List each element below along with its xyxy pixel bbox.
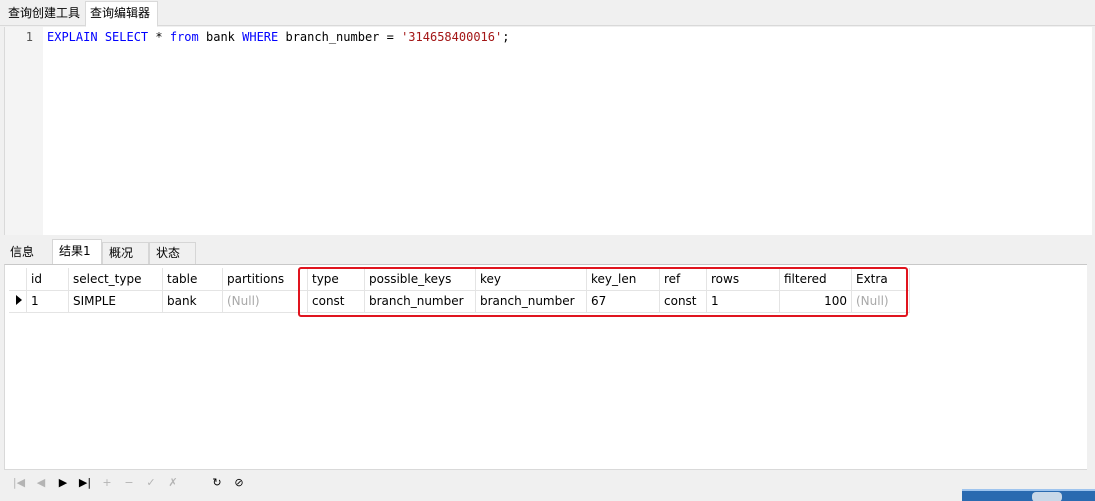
tab-info[interactable]: 信息 xyxy=(4,242,50,264)
add-record-icon[interactable]: + xyxy=(98,475,116,491)
tab-query-editor[interactable]: 查询编辑器 xyxy=(85,1,158,27)
keyword-from: from xyxy=(169,30,199,44)
table-name: bank xyxy=(198,30,243,44)
keyword-select: SELECT xyxy=(104,30,149,44)
tab-query-builder[interactable]: 查询创建工具 xyxy=(4,3,83,26)
statement-end: ; xyxy=(502,30,510,44)
table-row[interactable]: 1 SIMPLE bank (Null) const branch_number… xyxy=(9,290,910,313)
column-header-possible-keys[interactable]: possible_keys xyxy=(364,268,476,291)
cell-partitions[interactable]: (Null) xyxy=(222,290,308,313)
next-record-icon[interactable]: ▶ xyxy=(54,475,72,491)
column-header-partitions[interactable]: partitions xyxy=(222,268,308,291)
line-gutter: 1 xyxy=(5,27,43,235)
column-header-type[interactable]: type xyxy=(307,268,365,291)
cell-filtered[interactable]: 100 xyxy=(779,290,852,313)
previous-record-icon[interactable]: ◀ xyxy=(32,475,50,491)
column-header-id[interactable]: id xyxy=(26,268,69,291)
keyword-explain: EXPLAIN xyxy=(47,30,98,44)
cell-possible-keys[interactable]: branch_number xyxy=(364,290,476,313)
where-condition: branch_number = xyxy=(278,30,402,44)
cell-select-type[interactable]: SIMPLE xyxy=(68,290,163,313)
column-header-filtered[interactable]: filtered xyxy=(779,268,852,291)
column-header-extra[interactable]: Extra xyxy=(851,268,910,291)
current-row-indicator xyxy=(9,290,27,313)
keyword-where: WHERE xyxy=(242,30,279,44)
column-header-rows[interactable]: rows xyxy=(706,268,780,291)
thumbnail-preview xyxy=(962,489,1095,501)
cell-key-len[interactable]: 67 xyxy=(586,290,660,313)
line-number: 1 xyxy=(25,30,33,44)
cell-ref[interactable]: const xyxy=(659,290,707,313)
cell-type[interactable]: const xyxy=(307,290,365,313)
grid-toolbar: |◀ ◀ ▶ ▶| + − ✓ ✗ ↻ ⊘ xyxy=(4,471,1092,497)
column-header-table[interactable]: table xyxy=(162,268,223,291)
tab-status[interactable]: 状态 xyxy=(149,242,196,264)
tab-result-1[interactable]: 结果1 xyxy=(52,239,102,264)
delete-record-icon[interactable]: − xyxy=(120,475,138,491)
last-record-icon[interactable]: ▶| xyxy=(76,475,94,491)
header-row: id select_type table partitions type pos… xyxy=(9,268,910,291)
sql-editor[interactable]: 1 EXPLAIN SELECT * from bank WHERE branc… xyxy=(4,27,1092,235)
string-literal: '314658400016' xyxy=(401,30,503,44)
explain-table: id select_type table partitions type pos… xyxy=(9,268,910,313)
apply-changes-icon[interactable]: ✓ xyxy=(142,475,160,491)
column-header-select-type[interactable]: select_type xyxy=(68,268,163,291)
discard-changes-icon[interactable]: ✗ xyxy=(164,475,182,491)
tab-profile[interactable]: 概况 xyxy=(102,242,149,264)
vertical-scrollbar[interactable] xyxy=(1087,264,1095,470)
refresh-icon[interactable]: ↻ xyxy=(208,475,226,491)
cell-extra[interactable]: (Null) xyxy=(851,290,910,313)
stop-icon[interactable]: ⊘ xyxy=(230,475,248,491)
column-header-key-len[interactable]: key_len xyxy=(586,268,660,291)
row-indicator-header xyxy=(9,268,27,291)
row-pointer-icon xyxy=(16,295,22,305)
select-star: * xyxy=(148,30,170,44)
column-header-key[interactable]: key xyxy=(475,268,587,291)
sql-code-line[interactable]: EXPLAIN SELECT * from bank WHERE branch_… xyxy=(47,30,509,44)
result-tab-bar: 信息 结果1 概况 状态 xyxy=(0,238,1095,264)
column-header-ref[interactable]: ref xyxy=(659,268,707,291)
cell-id[interactable]: 1 xyxy=(26,290,69,313)
thumbnail-figure xyxy=(1032,492,1062,501)
first-record-icon[interactable]: |◀ xyxy=(10,475,28,491)
result-grid[interactable]: id select_type table partitions type pos… xyxy=(4,264,1088,470)
cell-table[interactable]: bank xyxy=(162,290,223,313)
cell-rows[interactable]: 1 xyxy=(706,290,780,313)
top-tab-bar: 查询创建工具 查询编辑器 xyxy=(0,0,1095,27)
cell-key[interactable]: branch_number xyxy=(475,290,587,313)
